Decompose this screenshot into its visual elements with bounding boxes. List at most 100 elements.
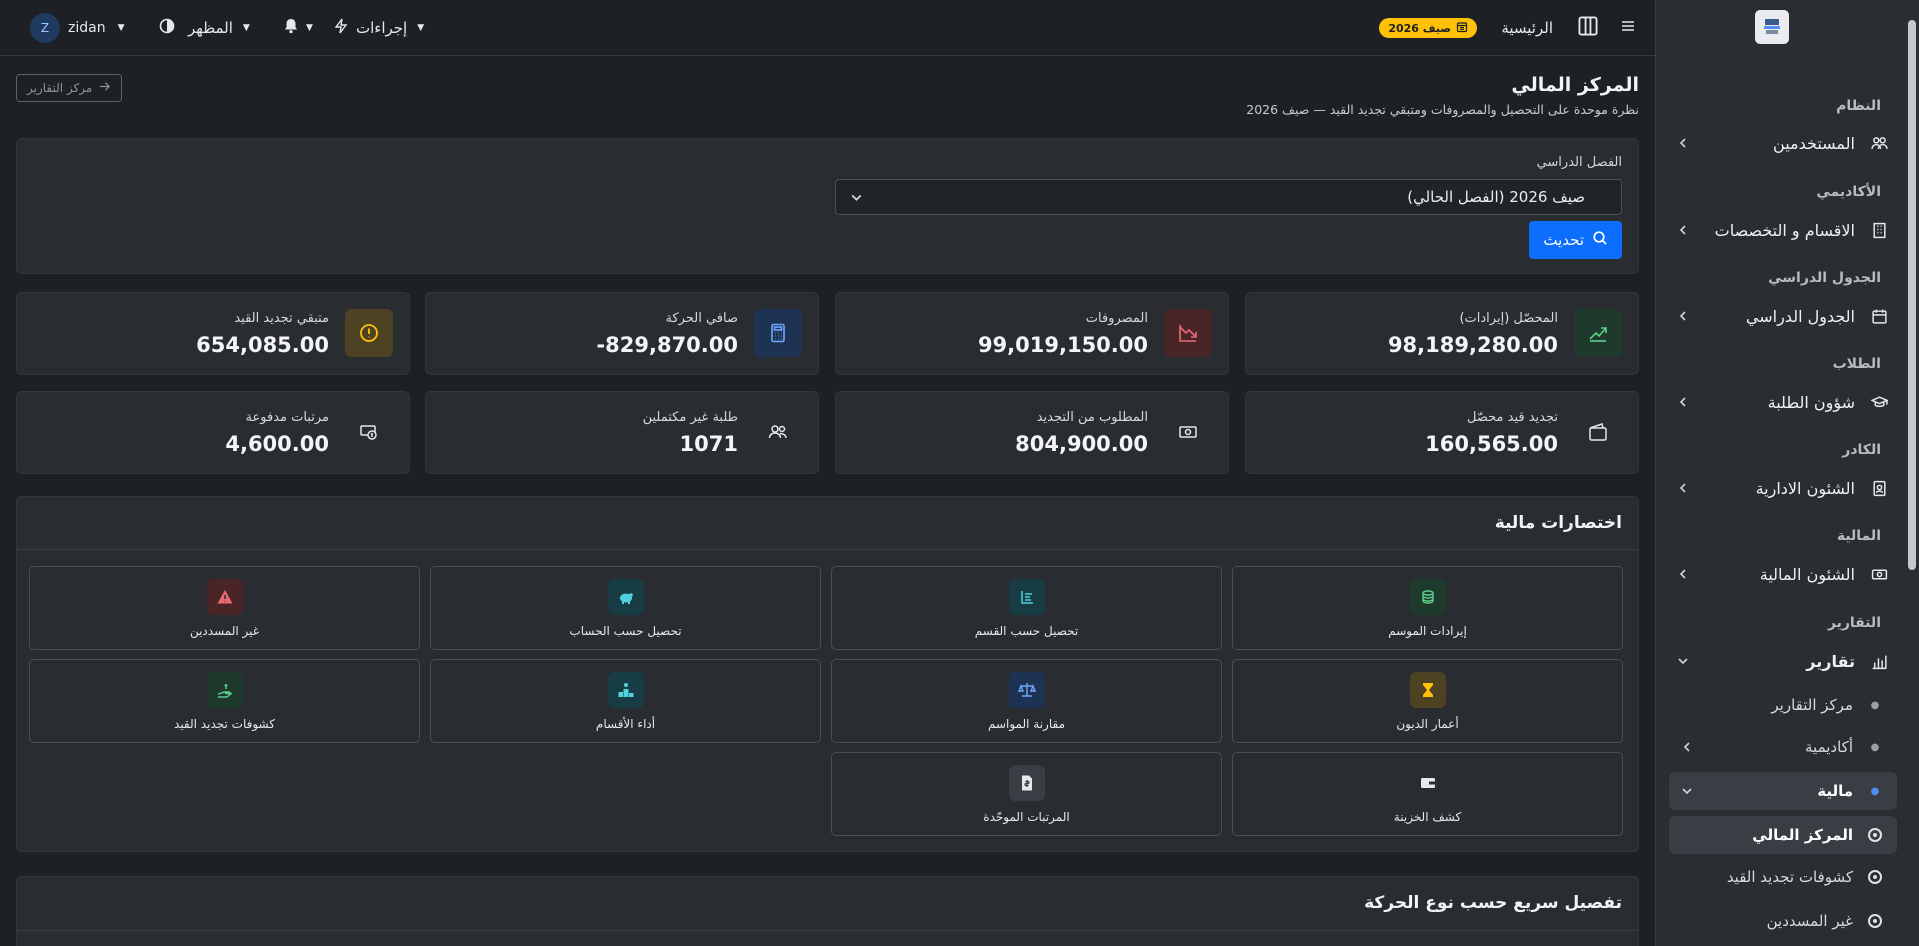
sidebar-item-label: الشئون المالية [1759,564,1855,584]
shortcut-department-performance[interactable]: أداء الأقسام [430,659,821,743]
menu-toggle-button[interactable] [1619,0,1637,56]
shortcut-label: إيرادات الموسم [1388,624,1467,638]
sidebar-item-student-affairs[interactable]: شؤون الطلبة [1669,383,1897,421]
sidebar-item-label: الاقسام و التخصصات [1714,220,1855,240]
sidebar-item-label: تقارير [1806,651,1855,671]
shortcut-label: المرتبات الموحّدة [983,810,1070,824]
appearance-menu[interactable]: ▼ المظهر [158,0,254,56]
trend-down-icon [1164,309,1212,357]
layout-toggle-button[interactable] [1577,0,1599,56]
users-icon [754,408,802,456]
podium-icon [607,672,644,708]
shortcut-collection-by-department[interactable]: تحصيل حسب القسم [831,566,1222,650]
sidebar-subitem-label: المركز المالي [1752,826,1853,844]
chevron-down-icon [850,190,863,208]
appearance-label: المظهر [188,19,233,37]
calendar-icon [1456,21,1468,36]
shortcut-season-revenue[interactable]: إيرادات الموسم [1232,566,1623,650]
stat-card-net: صافي الحركة 829,870.00- [425,292,819,375]
page-title: المركز المالي [1511,74,1639,96]
hand-cash-icon [206,672,243,708]
actions-menu[interactable]: ▼ إجراءات [332,0,428,56]
filter-card: الفصل الدراسي صيف 2026 (الفصل الحالي) تح… [16,138,1639,274]
arrow-right-icon [98,80,111,96]
shortcut-renewal-sheets[interactable]: كشوفات تجديد القيد [29,659,420,743]
shortcut-collection-by-account[interactable]: تحصيل حسب الحساب [430,566,821,650]
caret-down-icon: ▼ [242,23,250,33]
caret-down-icon: ▼ [306,23,313,33]
scrollbar-thumb[interactable] [1908,20,1916,570]
file-dollar-icon [1008,765,1045,801]
sidebar-subitem-label: مركز التقارير [1771,696,1853,714]
shortcuts-header: اختصارات مالية [17,497,1638,550]
stat-label: متبقي تجديد القيد [234,311,329,326]
shortcut-treasury-statement[interactable]: كشف الخزينة [1232,752,1623,836]
sidebar-item-financial-affairs[interactable]: الشئون المالية [1669,555,1897,593]
bell-icon [282,17,300,39]
refresh-button[interactable]: تحديث [1529,221,1622,259]
shortcut-label: كشوفات تجديد القيد [174,717,275,731]
coins-icon [1409,579,1446,615]
bullet-icon: ● [1870,785,1880,797]
stat-card-renewal-collected: تجديد قيد محصّل 160,565.00 [1245,391,1639,474]
chevron-left-icon [1673,396,1689,408]
chevron-left-icon [1673,482,1689,494]
semester-select[interactable]: صيف 2026 (الفصل الحالي) [835,179,1622,215]
id-badge-icon [1869,480,1889,497]
main-content: المركز المالي نظرة موحدة على التحصيل وال… [0,56,1655,946]
season-badge-wrap: صيف 2026 [1379,0,1477,56]
graduation-cap-icon [1869,394,1889,411]
notifications-button[interactable]: ▼ [282,0,317,56]
home-link[interactable]: الرئيسية [1501,0,1553,56]
sidebar-subitem-financial-center[interactable]: المركز المالي [1669,816,1897,854]
shortcut-label: غير المسددين [189,624,260,638]
radio-icon [1853,914,1897,928]
university-logo[interactable] [1755,10,1789,44]
stat-label: تجديد قيد محصّل [1467,410,1558,425]
bar-chart-icon [1869,653,1889,670]
list-icon [1008,579,1045,615]
stat-value: 4,600.00 [225,432,329,456]
chevron-left-icon [1673,310,1689,322]
sidebar-item-reports[interactable]: تقارير [1669,642,1897,680]
sidebar-section-academic: الأكاديمي [1816,184,1881,200]
shortcut-unpaid[interactable]: غير المسددين [29,566,420,650]
stat-label: مرتبات مدفوعة [245,410,329,425]
actions-label: إجراءات [356,19,408,37]
sidebar-section-staff: الكادر [1842,442,1881,458]
scale-icon [1008,672,1045,708]
sidebar-subitem-unpaid[interactable]: غير المسددين [1669,903,1897,939]
piggy-bank-icon [607,579,644,615]
topbar: الرئيسية صيف 2026 ▼ zidan Z ▼ المظهر ▼ ▼… [0,0,1655,56]
sidebar-section-finance: المالية [1836,528,1881,544]
user-menu[interactable]: ▼ zidan Z [30,0,129,56]
sidebar-subitem-reports-center[interactable]: ● مركز التقارير [1669,687,1897,723]
reports-center-button[interactable]: مركز التقارير [16,74,123,102]
sidebar-item-admin-affairs[interactable]: الشئون الادارية [1669,469,1897,507]
sidebar-subitem-label: غير المسددين [1766,912,1853,930]
shortcuts-title: اختصارات مالية [1494,513,1622,533]
cash-coin-icon [345,408,393,456]
shortcut-season-comparison[interactable]: مقارنة المواسم [831,659,1222,743]
caret-down-icon: ▼ [417,23,425,33]
sidebar-subitem-academic[interactable]: ● أكاديمية [1669,729,1897,765]
sidebar-item-departments[interactable]: الاقسام و التخصصات [1669,211,1897,249]
season-badge-label: صيف 2026 [1388,21,1451,35]
hamburger-icon [1619,17,1637,39]
stat-card-renewal-required: المطلوب من التجديد 804,900.00 [835,391,1229,474]
sidebar-item-users[interactable]: المستخدمين [1669,124,1897,162]
sidebar-subitem-finance[interactable]: ● مالية [1669,772,1897,810]
shortcut-label: أداء الأقسام [595,717,656,731]
sidebar-scrollbar[interactable] [1905,0,1919,946]
warning-circle-icon [345,309,393,357]
semester-select-value: صيف 2026 (الفصل الحالي) [1407,188,1585,206]
sidebar-item-label: شؤون الطلبة [1767,392,1855,412]
trend-up-icon [1574,309,1622,357]
sidebar-item-schedule[interactable]: الجدول الدراسي [1669,297,1897,335]
sidebar-item-label: الجدول الدراسي [1745,306,1855,326]
shortcut-unified-salaries[interactable]: المرتبات الموحّدة [831,752,1222,836]
avatar: Z [30,13,60,43]
sidebar-subitem-renewal-sheets[interactable]: كشوفات تجديد القيد [1669,859,1897,895]
shortcut-debt-aging[interactable]: أعمار الديون [1232,659,1623,743]
shortcut-label: مقارنة المواسم [987,717,1066,731]
